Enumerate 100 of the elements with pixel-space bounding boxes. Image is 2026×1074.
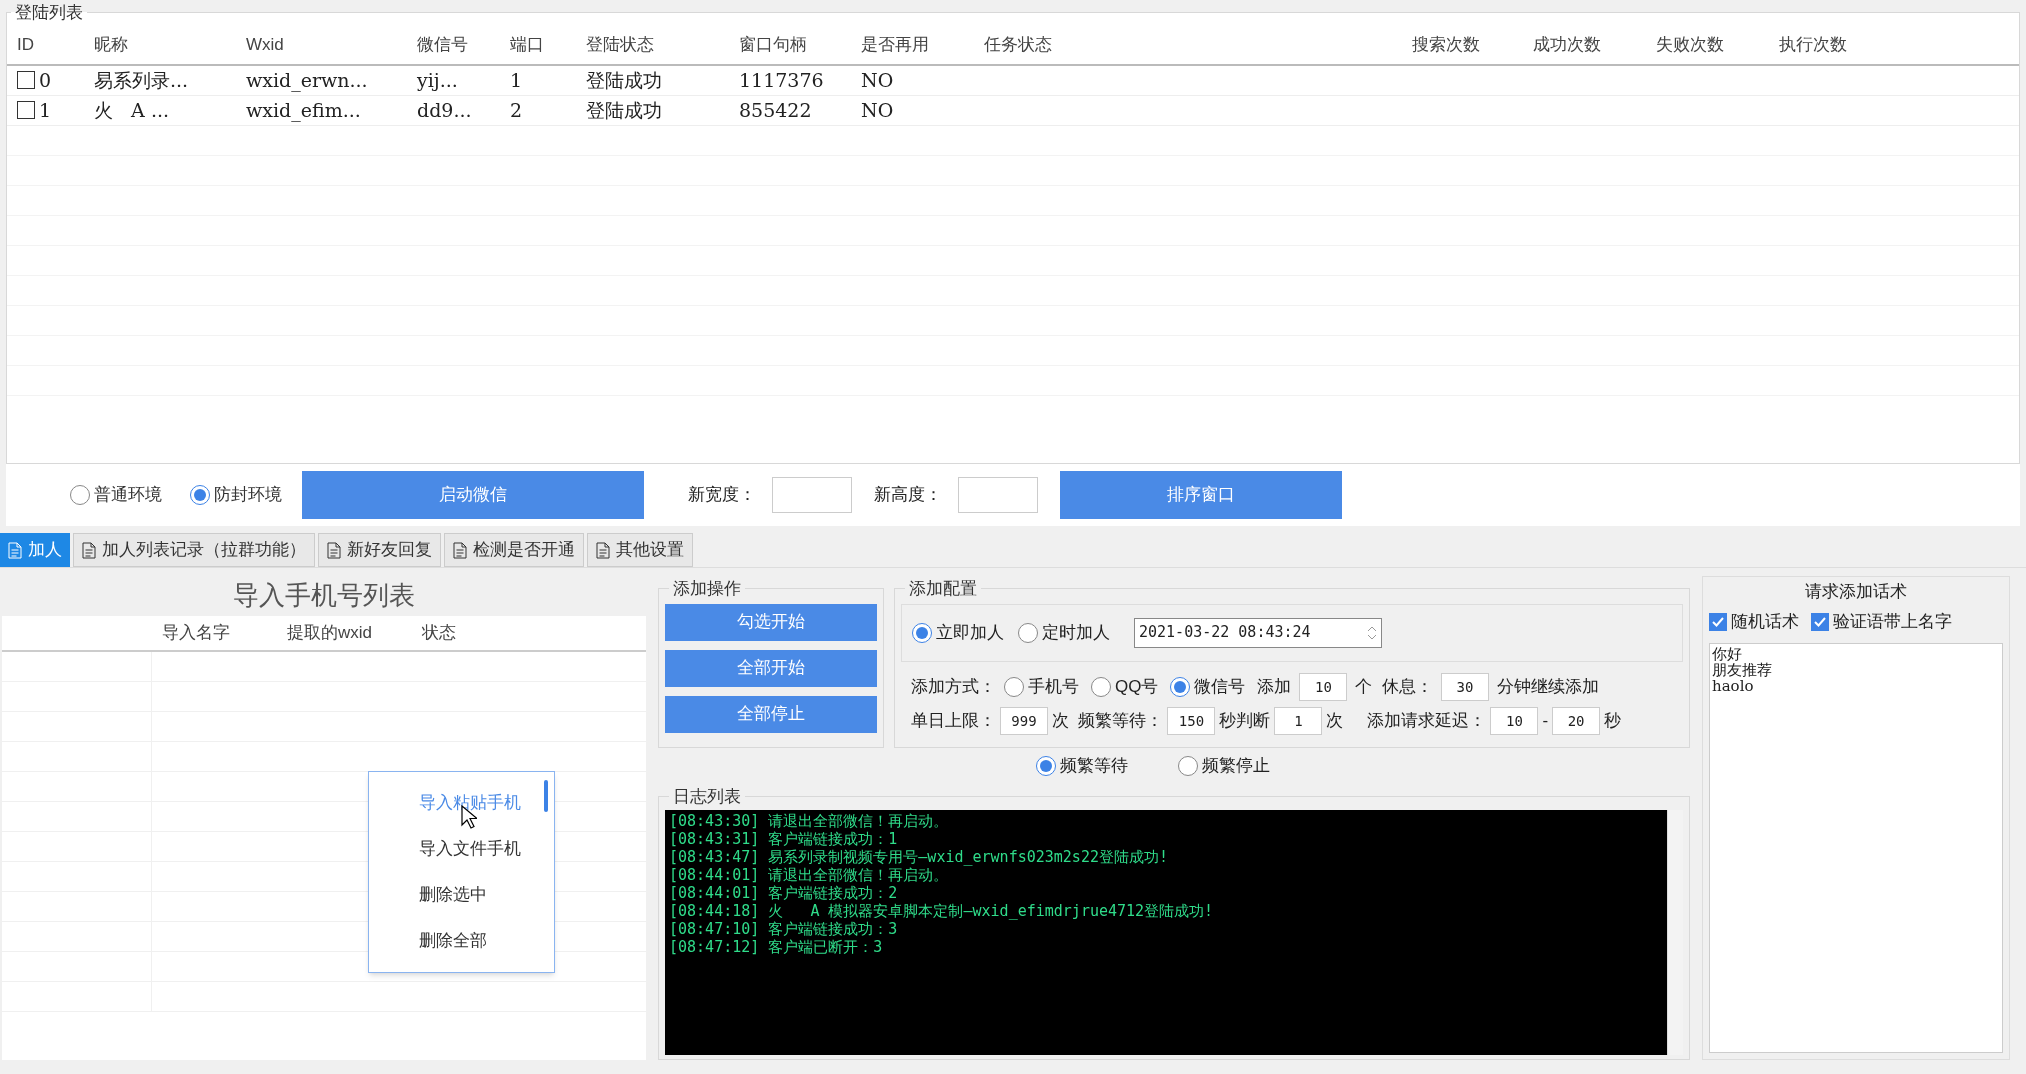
group-title: 日志列表 xyxy=(672,786,742,808)
table-cell: 易系列录... xyxy=(94,68,189,91)
table-cell: 登陆成功 xyxy=(586,68,662,91)
table-cell: 2 xyxy=(510,98,523,121)
group-title: 登陆列表 xyxy=(14,2,84,24)
list-title: 导入手机号列表 xyxy=(232,579,416,612)
phrase-line: haolo xyxy=(1712,678,1754,694)
table-cell: wxid_erwn... xyxy=(246,68,368,91)
table-cell: 1 xyxy=(510,68,523,91)
document-icon xyxy=(8,541,22,559)
field-label: 秒 xyxy=(1604,709,1622,732)
document-icon xyxy=(327,541,341,559)
tab[interactable]: 新好友回复 xyxy=(318,533,441,567)
field-label: 分钟继续添加 xyxy=(1496,675,1599,698)
field-label: 新宽度： xyxy=(688,484,756,507)
number-field[interactable]: 10 xyxy=(1490,706,1539,735)
log-line: [08:47:10] 客户端链接成功：3 xyxy=(669,919,899,938)
radio-button[interactable]: 定时加人 xyxy=(1018,619,1110,646)
height-input[interactable] xyxy=(958,477,1038,513)
spinner-icon[interactable] xyxy=(1367,624,1377,641)
radio-button[interactable]: 手机号 xyxy=(1004,673,1079,700)
column-header[interactable]: 导入名字 xyxy=(152,620,277,646)
radio-button[interactable]: 普通环境 xyxy=(70,482,162,508)
radio-button[interactable]: 立即加人 xyxy=(912,619,1004,646)
tab[interactable]: 加人列表记录（拉群功能） xyxy=(73,533,315,567)
radio-button[interactable]: 防封环境 xyxy=(190,482,282,508)
check-icon xyxy=(1813,615,1827,629)
number-field[interactable]: 1 xyxy=(1274,706,1323,735)
log-line: [08:43:31] 客户端链接成功：1 xyxy=(669,829,899,848)
table-cell: NO xyxy=(861,98,894,121)
radio-button[interactable]: 频繁停止 xyxy=(1178,753,1270,779)
phrases-textarea[interactable]: 你好 朋友推荐 haolo xyxy=(1709,643,2003,1053)
number-field[interactable]: 10 xyxy=(1299,672,1348,701)
field-label: 个 休息： xyxy=(1355,675,1433,698)
column-header[interactable]: 微信号 xyxy=(407,31,500,58)
column-header[interactable]: 是否再用 xyxy=(851,31,974,58)
datetime-field[interactable]: 2021-03-22 08:43:24 xyxy=(1134,617,1382,648)
field-label: 秒判断 xyxy=(1219,709,1271,732)
column-header[interactable]: ID xyxy=(7,31,84,58)
group-title: 添加操作 xyxy=(672,578,742,600)
phrase-line: 你好 xyxy=(1712,646,1742,662)
table-cell: dd9... xyxy=(417,98,472,121)
log-line: [08:47:12] 客户端已断开：3 xyxy=(669,937,884,956)
field-label: 次 频繁等待： xyxy=(1052,709,1164,732)
column-header[interactable]: 提取的wxid xyxy=(277,620,412,646)
tab[interactable]: 检测是否开通 xyxy=(444,533,584,567)
column-header[interactable]: 端口 xyxy=(500,31,576,58)
table-cell: yij... xyxy=(417,68,458,91)
log-line: [08:44:01] 客户端链接成功：2 xyxy=(669,883,899,902)
field-label: 添加请求延迟： xyxy=(1367,709,1487,732)
log-line: [08:44:01] 请退出全部微信！再启动。 xyxy=(669,865,949,884)
log-line: [08:43:47] 易系列录制视频专用号—wxid_erwnfs023m2s22登陆成功! xyxy=(669,847,1169,866)
number-field[interactable]: 150 xyxy=(1167,706,1216,735)
table-cell-text: 0 xyxy=(39,67,52,93)
menu-item[interactable]: 删除全部 xyxy=(369,918,554,964)
column-header[interactable]: Wxid xyxy=(236,31,407,58)
column-header[interactable]: 任务状态 xyxy=(974,31,1402,58)
table-cell: 855422 xyxy=(739,98,812,121)
field-label: 新高度： xyxy=(874,484,942,507)
tab[interactable]: 加人 xyxy=(0,533,70,567)
radio-button[interactable]: QQ号 xyxy=(1091,673,1159,700)
document-icon xyxy=(82,541,96,559)
field-label: 单日上限： xyxy=(911,709,996,732)
checkbox[interactable]: 验证语带上名字 xyxy=(1811,609,1952,635)
width-input[interactable] xyxy=(772,477,852,513)
number-field[interactable]: 30 xyxy=(1440,672,1489,701)
table-cell: 火 A ... xyxy=(94,98,169,121)
table-cell: 登陆成功 xyxy=(586,98,662,121)
column-header[interactable]: 失败次数 xyxy=(1646,31,1769,58)
phrase-line: 朋友推荐 xyxy=(1712,662,1772,678)
log-line: [08:44:18] 火 A 模拟器安卓脚本定制—wxid_efimdrjrue4712登陆成功! xyxy=(669,901,1215,920)
document-icon xyxy=(596,541,610,559)
document-icon xyxy=(453,541,467,559)
column-header[interactable]: 搜索次数 xyxy=(1402,31,1523,58)
panel-title: 请求添加话术 xyxy=(1804,581,1908,603)
checkbox[interactable]: 随机话术 xyxy=(1709,609,1799,635)
table-cell: wxid_efim... xyxy=(246,98,361,121)
tab[interactable]: 其他设置 xyxy=(587,533,693,567)
number-field[interactable]: 999 xyxy=(1000,706,1048,735)
field-label: - xyxy=(1542,709,1549,732)
table-cell-text: 1 xyxy=(39,97,52,123)
table-cell: 1117376 xyxy=(739,68,824,91)
column-header[interactable]: 成功次数 xyxy=(1523,31,1646,58)
column-header[interactable]: 状态 xyxy=(412,620,646,646)
scroll-thumb[interactable] xyxy=(544,780,548,812)
field-label: 添加方式： xyxy=(911,675,996,698)
menu-item[interactable]: 导入文件手机 xyxy=(369,826,554,872)
column-header[interactable]: 昵称 xyxy=(84,31,236,58)
radio-button[interactable]: 微信号 xyxy=(1170,673,1246,700)
column-header[interactable]: 执行次数 xyxy=(1769,31,1949,58)
column-header[interactable]: 登陆状态 xyxy=(576,31,729,58)
number-field[interactable]: 20 xyxy=(1552,706,1601,735)
field-label: 次 xyxy=(1326,709,1344,732)
column-header[interactable]: 窗口句柄 xyxy=(729,31,851,58)
menu-item[interactable]: 删除选中 xyxy=(369,872,554,918)
table-cell: NO xyxy=(861,68,894,91)
row-checkbox[interactable] xyxy=(17,71,35,89)
log-line: [08:43:30] 请退出全部微信！再启动。 xyxy=(669,811,950,830)
row-checkbox[interactable] xyxy=(17,101,35,119)
radio-button[interactable]: 频繁等待 xyxy=(1036,753,1128,779)
